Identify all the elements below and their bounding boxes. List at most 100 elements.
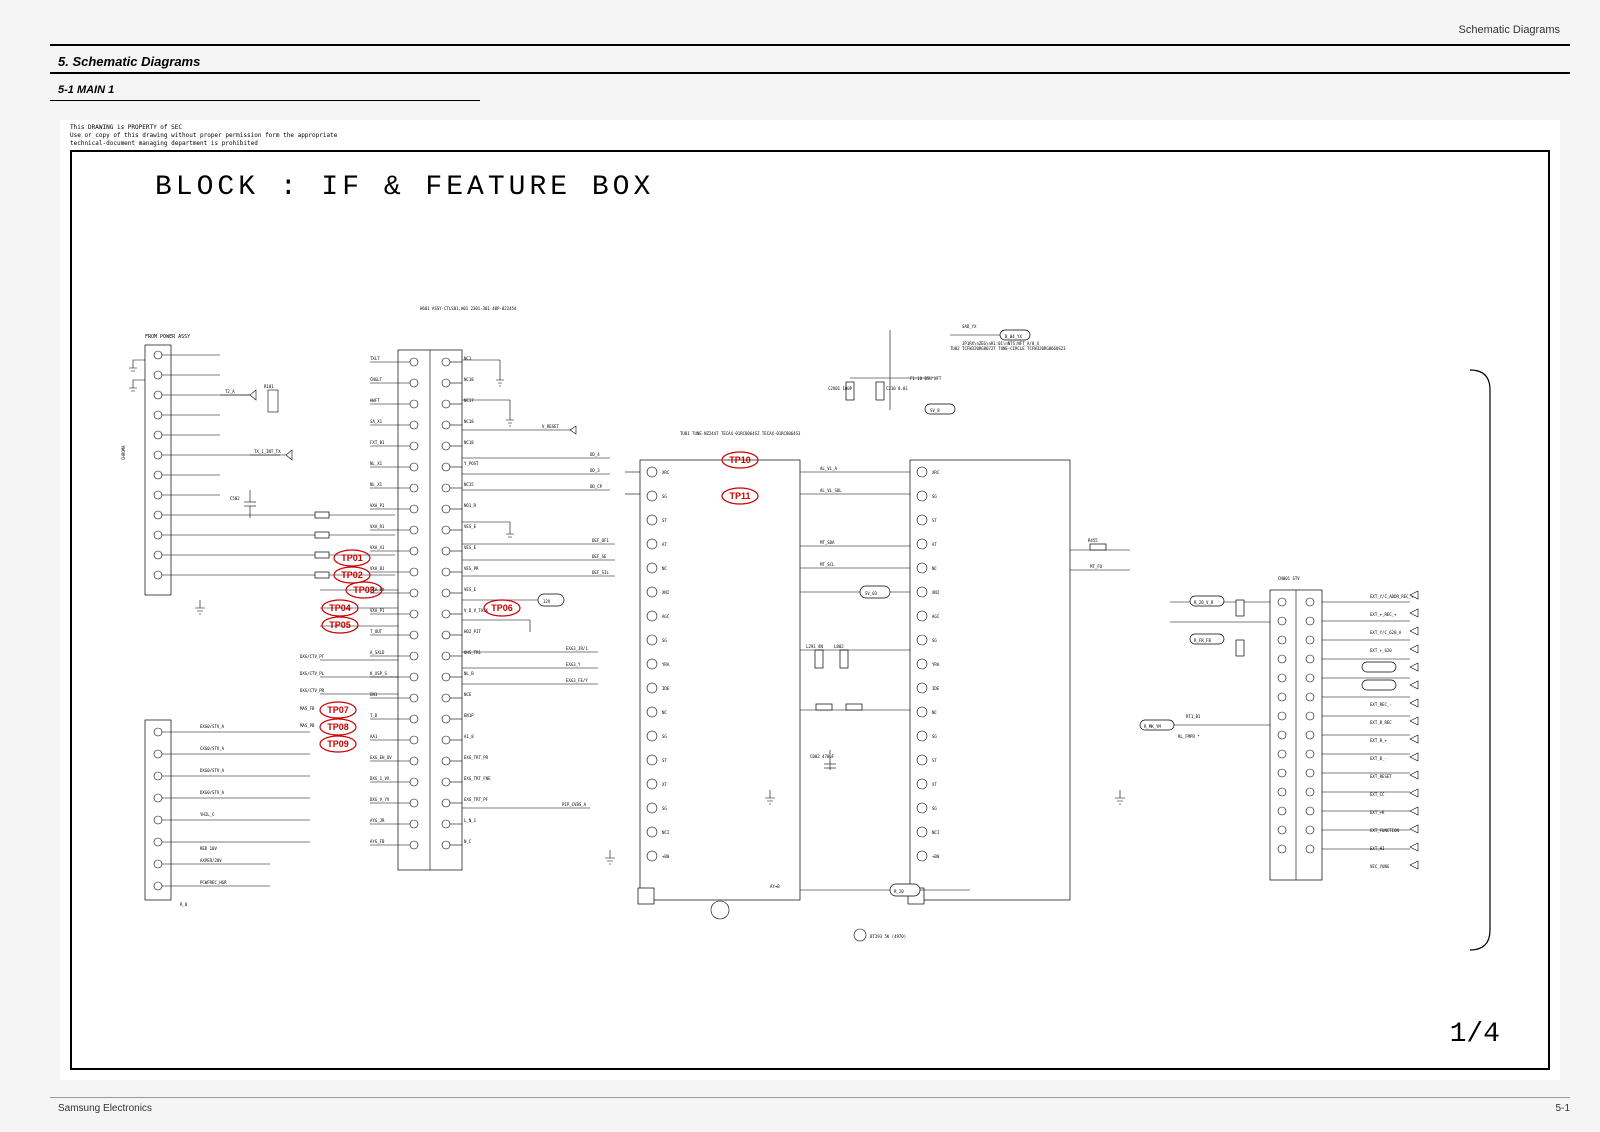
svg-text:AY+B: AY+B: [770, 884, 780, 889]
svg-text:EXT_B_REC: EXT_B_REC: [1370, 720, 1392, 725]
svg-text:VEC_YUNG: VEC_YUNG: [1370, 864, 1390, 869]
svg-text:CN001 STV: CN001 STV: [1278, 576, 1300, 581]
net-flags-left: T2_A TX_1_INT_TX: [220, 389, 292, 460]
schematic-frame: This DRAWING is PROPERTY of SEC Use or c…: [60, 120, 1560, 1080]
svg-text:TP05: TP05: [329, 620, 351, 630]
svg-text:+B0: +B0: [932, 854, 940, 859]
svg-text:EXT_+_REC_+: EXT_+_REC_+: [1370, 612, 1397, 617]
svg-text:DEF_SIL: DEF_SIL: [592, 570, 609, 575]
svg-text:NCI: NCI: [662, 830, 670, 835]
svg-text:FXT_B1: FXT_B1: [370, 440, 385, 445]
svg-text:B_04_YX: B_04_YX: [1005, 334, 1022, 339]
svg-text:EXG_EH_UV: EXG_EH_UV: [370, 755, 392, 760]
svg-text:EXG3_FE/Y: EXG3_FE/Y: [566, 678, 588, 683]
svg-text:NC18: NC18: [464, 419, 474, 424]
svg-text:BT293 5K (4970): BT293 5K (4970): [870, 934, 906, 939]
mid-right-network: R455 MT_FO: [1070, 538, 1130, 570]
svg-text:EXT_HI: EXT_HI: [1370, 846, 1385, 851]
svg-text:EXG_TRT_PF: EXG_TRT_PF: [464, 797, 489, 802]
svg-text:DXG_1_VX: DXG_1_VX: [370, 776, 390, 781]
svg-text:RT1_B1: RT1_B1: [1186, 714, 1201, 719]
svg-text:OD_3: OD_3: [590, 468, 600, 473]
svg-text:ST: ST: [662, 758, 667, 763]
svg-text:VES_PR: VES_PR: [464, 566, 479, 571]
svg-text:DEF_SE: DEF_SE: [592, 554, 607, 559]
svg-text:EN1P: EN1P: [464, 713, 474, 718]
svg-text:ST: ST: [662, 518, 667, 523]
svg-text:DXG_V_YV: DXG_V_YV: [370, 797, 390, 802]
svg-text:HO2_PIT: HO2_PIT: [464, 629, 481, 634]
svg-text:EXT_CC: EXT_CC: [1370, 792, 1385, 797]
svg-text:DXG0/STV_A: DXG0/STV_A: [200, 790, 225, 795]
tuner-tu02: TU02 TCFW320RG8072T TUNE-CIRCLE TCFW320R…: [908, 346, 1070, 904]
svg-text:NC15: NC15: [464, 482, 474, 487]
svg-text:NC: NC: [662, 710, 667, 715]
svg-text:NC: NC: [932, 710, 937, 715]
svg-text:T_OUT: T_OUT: [370, 629, 383, 634]
svg-text:R101: R101: [264, 384, 274, 389]
svg-text:VES_E: VES_E: [464, 545, 477, 550]
svg-text:IDE: IDE: [662, 686, 670, 691]
subsection-title: 5-1 MAIN 1: [58, 84, 114, 96]
svg-text:AT: AT: [662, 542, 667, 547]
svg-text:SG: SG: [932, 734, 937, 739]
svg-text:EXT_RESET: EXT_RESET: [1370, 774, 1392, 779]
section-title: 5. Schematic Diagrams: [58, 54, 200, 69]
svg-text:PCWFREC_HGR: PCWFREC_HGR: [200, 880, 227, 885]
svg-text:A_SXLD: A_SXLD: [370, 650, 385, 655]
svg-text:AA1: AA1: [370, 734, 378, 739]
svg-text:TX_1_INT_TX: TX_1_INT_TX: [254, 449, 281, 454]
svg-text:C210 0.01: C210 0.01: [886, 386, 908, 391]
svg-text:IDE: IDE: [932, 686, 940, 691]
svg-text:H601 ASSY-CTLS01,H01 2301-301: H601 ASSY-CTLS01,H01 2301-301 40P-022454: [420, 306, 517, 311]
svg-text:DXG/CTV_PR: DXG/CTV_PR: [300, 688, 325, 693]
svg-text:+B0: +B0: [662, 854, 670, 859]
connector-left-bottom: EXG0/STV_A CXG0/STV_A DXG0/STV_A DXG0/ST…: [145, 720, 310, 907]
svg-text:R_20: R_20: [894, 889, 904, 894]
svg-text:EXT_+_620: EXT_+_620: [1370, 648, 1392, 653]
svg-text:MT_FO: MT_FO: [1090, 564, 1103, 569]
right-external-flags: EXT_Y/C_ADDR_REC_+EXT_+_REC_+EXT_Y/C_620…: [1362, 591, 1418, 869]
schematic-svg: FROM POWER ASSY CHROMA: [70, 150, 1550, 1070]
svg-text:SG: SG: [932, 638, 937, 643]
svg-text:TP10: TP10: [729, 455, 751, 465]
svg-text:C2V01 100P: C2V01 100P: [828, 386, 853, 391]
svg-text:NC: NC: [662, 566, 667, 571]
nets-to-right: R_20_V_R R_FR_FB: [1170, 596, 1270, 656]
svg-text:EN1: EN1: [370, 692, 378, 697]
svg-text:OHS_TR1: OHS_TR1: [464, 650, 481, 655]
svg-text:XT: XT: [662, 782, 667, 787]
svg-text:DEF_OF1: DEF_OF1: [592, 538, 609, 543]
svg-text:XRC: XRC: [662, 470, 670, 475]
svg-text:PIP_CVBS_A: PIP_CVBS_A: [562, 802, 587, 807]
svg-text:NC18: NC18: [464, 440, 474, 445]
svg-text:R_FR_FB: R_FR_FB: [1194, 638, 1211, 643]
connector-right: CN001 STV: [1270, 576, 1410, 880]
svg-text:CXG0/STV_A: CXG0/STV_A: [200, 746, 225, 751]
svg-text:TU01 TUNE-NZ2447 TECAX-01RC806: TU01 TUNE-NZ2447 TECAX-01RC8064SZ TECAX-…: [680, 431, 801, 436]
svg-text:12V: 12V: [543, 599, 551, 604]
svg-text:SA_X1: SA_X1: [370, 419, 383, 424]
svg-text:AYG_JR: AYG_JR: [370, 818, 385, 823]
svg-text:NL_X1: NL_X1: [370, 461, 383, 466]
svg-text:AL_VL_A: AL_VL_A: [820, 466, 837, 471]
header-right-label: Schematic Diagrams: [1459, 24, 1560, 36]
svg-text:TP08: TP08: [327, 722, 349, 732]
top-rule: [50, 44, 1570, 46]
svg-text:TP11: TP11: [729, 491, 750, 501]
svg-text:DXG0/STV_A: DXG0/STV_A: [200, 768, 225, 773]
svg-text:EXT_Y/C_ADDR_REC_+: EXT_Y/C_ADDR_REC_+: [1370, 594, 1414, 599]
svg-text:EXG3_Y: EXG3_Y: [566, 662, 581, 667]
svg-text:VXA_P1: VXA_P1: [370, 503, 385, 508]
svg-text:C502: C502: [230, 496, 240, 501]
svg-text:TP03: TP03: [353, 585, 375, 595]
svg-text:VXA_B1: VXA_B1: [370, 566, 385, 571]
svg-text:TP04: TP04: [329, 603, 351, 613]
svg-text:XNI: XNI: [932, 590, 940, 595]
svg-text:HWFT: HWFT: [370, 398, 380, 403]
svg-text:VXA_R1: VXA_R1: [370, 524, 385, 529]
svg-text:Y_POST: Y_POST: [464, 461, 479, 466]
svg-text:N_C: N_C: [464, 839, 472, 844]
svg-text:AGC: AGC: [662, 614, 670, 619]
svg-text:C002 470uF: C002 470uF: [810, 754, 835, 759]
